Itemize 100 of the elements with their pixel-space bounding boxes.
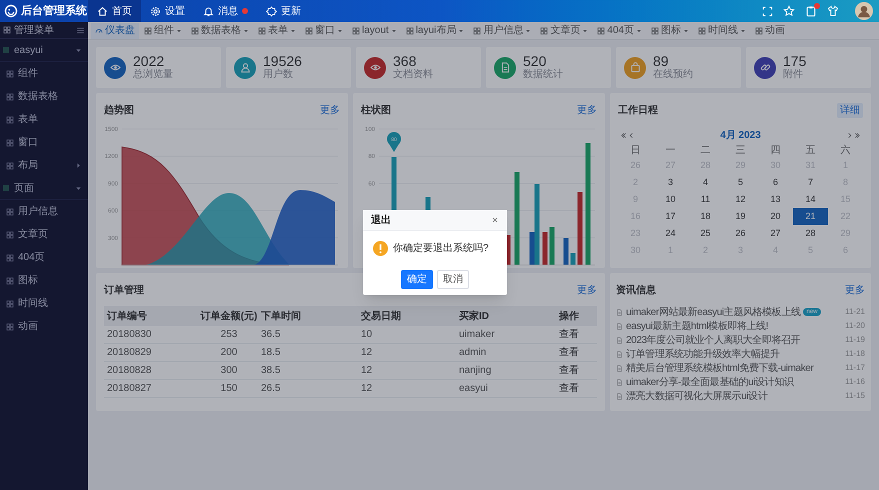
menu-item[interactable]: 组件 — [0, 62, 88, 85]
calendar-day[interactable]: 13 — [758, 191, 793, 208]
menu-item[interactable]: 用户信息 — [0, 200, 88, 223]
tab[interactable]: 动画 — [750, 22, 789, 38]
more-link[interactable]: 更多 — [577, 282, 597, 298]
calendar-day[interactable]: 5 — [723, 174, 758, 191]
menu-item[interactable]: 页面 — [0, 177, 88, 200]
menu-item[interactable]: 动画 — [0, 315, 88, 338]
more-link[interactable]: 更多 — [320, 102, 340, 118]
tab[interactable]: 窗口 — [301, 22, 347, 38]
news-link[interactable]: easyui最新主题html模板即将上线! — [626, 318, 768, 334]
calendar-day[interactable]: 20 — [758, 208, 793, 225]
calendar-day[interactable]: 26 — [723, 225, 758, 242]
calendar-day[interactable]: 10 — [653, 191, 688, 208]
star-icon[interactable] — [783, 5, 795, 17]
double-chevron-right-icon[interactable] — [854, 132, 861, 138]
stat-label: 数据统计 — [523, 69, 563, 81]
tab[interactable]: 时间线 — [694, 22, 750, 38]
calendar-day[interactable]: 11 — [688, 191, 723, 208]
calendar-day[interactable]: 21 — [793, 208, 828, 225]
calendar-day[interactable]: 27 — [758, 225, 793, 242]
double-chevron-left-icon[interactable] — [620, 132, 627, 138]
close-icon[interactable] — [491, 216, 499, 224]
more-link[interactable]: 更多 — [845, 282, 865, 298]
grid-icon — [754, 26, 763, 34]
calendar-day[interactable]: 18 — [688, 208, 723, 225]
bag-icon — [630, 62, 640, 73]
card-title: 订单管理 — [104, 284, 144, 298]
tab[interactable]: 组件 — [140, 22, 186, 38]
calendar-day[interactable]: 12 — [723, 191, 758, 208]
caret-icon[interactable] — [75, 184, 82, 192]
bar — [550, 227, 554, 265]
tab[interactable]: 用户信息 — [469, 22, 536, 38]
list-icon — [2, 46, 10, 54]
grid-icon — [6, 276, 14, 284]
news-link[interactable]: uimaker网站最新easyui主题风格模板上线 — [626, 304, 800, 320]
stat-label: 用户数 — [263, 69, 294, 81]
calendar-day[interactable]: 17 — [653, 208, 688, 225]
calendar-day[interactable]: 6 — [758, 174, 793, 191]
menu-item[interactable]: 文章页 — [0, 223, 88, 246]
menu-item[interactable]: 窗口 — [0, 131, 88, 154]
nav-tab[interactable]: 首页 — [88, 0, 141, 22]
grid-icon — [698, 26, 706, 34]
menu-item[interactable]: 图标 — [0, 269, 88, 292]
detail-button[interactable]: 详细 — [837, 102, 863, 118]
grid-icon — [650, 26, 659, 34]
tab[interactable]: 图标 — [646, 22, 693, 38]
calendar-day[interactable]: 24 — [653, 225, 688, 242]
menu-icon[interactable] — [76, 26, 85, 34]
view-link[interactable]: 查看 — [559, 345, 607, 360]
stat-label: 文档资料 — [393, 69, 433, 81]
clipboard-icon[interactable] — [805, 5, 817, 17]
calendar-day[interactable]: 25 — [688, 225, 723, 242]
more-link[interactable]: 更多 — [577, 102, 597, 118]
tab[interactable]: layout — [348, 22, 401, 38]
nav-tab[interactable]: 更新 — [257, 0, 310, 22]
avatar[interactable] — [855, 2, 873, 20]
tab[interactable]: 数据表格 — [187, 22, 253, 38]
table-cell-text: nanjing — [459, 364, 492, 378]
view-link[interactable]: 查看 — [559, 363, 607, 378]
calendar-day[interactable]: 7 — [793, 174, 828, 191]
menu-item[interactable]: easyui — [0, 39, 88, 62]
tab[interactable]: layui布局 — [402, 22, 468, 38]
calendar-day[interactable]: 19 — [723, 208, 758, 225]
list-icon — [2, 184, 10, 192]
grid-icon — [6, 300, 14, 308]
news-link[interactable]: 漂亮大数据可视化大屏展示ui设计 — [626, 388, 768, 404]
calendar-day[interactable]: 4 — [688, 174, 723, 191]
nav-tab[interactable]: 消息 — [194, 0, 257, 22]
tab[interactable]: 表单 — [254, 22, 300, 38]
view-link[interactable]: 查看 — [559, 327, 607, 342]
confirm-button[interactable]: 确定 — [401, 270, 433, 289]
news-link[interactable]: uimaker分享-最全面最基础的ui设计知识 — [626, 374, 794, 390]
nav-tab[interactable]: 设置 — [141, 0, 194, 22]
chevron-right-icon[interactable] — [846, 132, 853, 138]
fullscreen-icon[interactable] — [762, 6, 773, 16]
tab[interactable]: 文章页 — [536, 22, 592, 38]
card-title: 工作日程 — [618, 104, 658, 118]
menu-item[interactable]: 数据表格 — [0, 85, 88, 108]
calendar-day[interactable]: 3 — [653, 174, 688, 191]
view-link[interactable]: 查看 — [559, 381, 607, 396]
menu-item[interactable]: 布局 — [0, 154, 88, 177]
cancel-button[interactable]: 取消 — [437, 270, 469, 289]
menu-item[interactable]: 404页 — [0, 246, 88, 269]
news-link[interactable]: 2023年度公司就业个人离职大全即将召开 — [626, 332, 800, 348]
calendar-day[interactable]: 14 — [793, 191, 828, 208]
caret-icon[interactable] — [75, 162, 82, 169]
grid-icon — [6, 138, 14, 146]
menu-item[interactable]: 时间线 — [0, 292, 88, 315]
weekday-label: 六 — [840, 144, 852, 158]
menu-item[interactable]: 表单 — [0, 108, 88, 131]
calendar-day[interactable]: 28 — [793, 225, 828, 242]
caret-icon[interactable] — [75, 46, 82, 54]
chevron-left-icon[interactable] — [628, 132, 635, 138]
news-link[interactable]: 精美后台管理系统模板html免费下载-uimaker — [626, 360, 814, 376]
tab[interactable]: 仪表盘 — [91, 22, 139, 38]
month-label[interactable]: 4月 2023 — [720, 128, 761, 142]
shirt-icon[interactable] — [827, 5, 839, 17]
tab[interactable]: 404页 — [593, 22, 646, 38]
news-link[interactable]: 订单管理系统功能升级效率大幅提升 — [626, 346, 780, 362]
